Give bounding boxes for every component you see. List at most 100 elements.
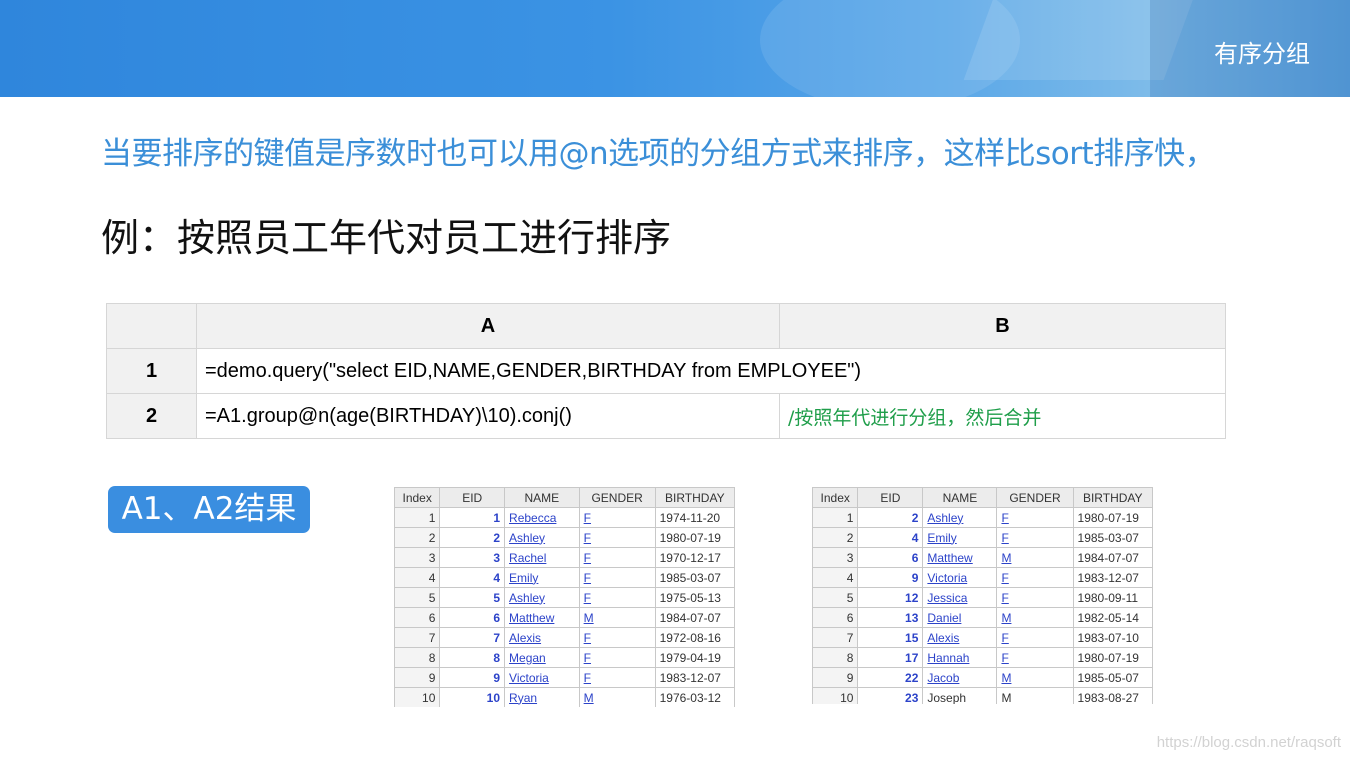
row-index: 1 (812, 507, 859, 528)
birthday-cell: 1983-12-07 (654, 667, 736, 688)
gender-link[interactable]: F (996, 507, 1074, 528)
eid-cell: 13 (857, 607, 924, 628)
name-link[interactable]: Megan (504, 647, 580, 668)
birthday-cell: 1985-03-07 (654, 567, 736, 588)
eid-cell: 8 (439, 647, 506, 668)
row-index: 4 (394, 567, 441, 588)
row-index: 5 (394, 587, 441, 608)
eid-cell: 15 (857, 627, 924, 648)
name-link[interactable]: Emily (504, 567, 580, 588)
column-header-name[interactable]: NAME (922, 487, 998, 508)
birthday-cell: 1979-04-19 (654, 647, 736, 668)
result-table-a2: Index EID NAME GENDER BIRTHDAY 1 2 Ashley F 1980… (812, 487, 1154, 704)
name-link[interactable]: Ashley (504, 587, 580, 608)
column-header-eid[interactable]: EID (439, 487, 506, 508)
column-header-gender[interactable]: GENDER (996, 487, 1074, 508)
gender-link[interactable]: M (996, 607, 1074, 628)
name-link[interactable]: Hannah (922, 647, 998, 668)
table-row: 6 13 Daniel M 1982-05-14 (812, 607, 1154, 628)
name-link[interactable]: Ashley (504, 527, 580, 548)
table-row: 2 2 Ashley F 1980-07-19 (394, 527, 736, 548)
grid-cell-b2[interactable]: /按照年代进行分组，然后合并 (779, 393, 1226, 439)
result-table-a2-wrap: Index EID NAME GENDER BIRTHDAY 1 2 Ashley F 1980… (812, 487, 1154, 704)
birthday-cell: 1970-12-17 (654, 547, 736, 568)
gender-link[interactable]: F (996, 647, 1074, 668)
gender-link[interactable]: F (996, 567, 1074, 588)
column-header-eid[interactable]: EID (857, 487, 924, 508)
grid-col-a-header[interactable]: A (196, 303, 780, 349)
name-link[interactable]: Rachel (504, 547, 580, 568)
gender-link[interactable]: F (578, 527, 656, 548)
eid-cell: 7 (439, 627, 506, 648)
name-link[interactable]: Ryan (504, 687, 580, 707)
row-index: 10 (812, 687, 859, 704)
eid-cell: 17 (857, 647, 924, 668)
grid-col-b-header[interactable]: B (779, 303, 1226, 349)
eid-cell: 9 (439, 667, 506, 688)
gender-link[interactable]: F (578, 627, 656, 648)
gender-link[interactable]: F (578, 647, 656, 668)
gender-link[interactable]: M (996, 667, 1074, 688)
eid-cell: 22 (857, 667, 924, 688)
gender-link[interactable]: F (578, 547, 656, 568)
name-link[interactable]: Matthew (922, 547, 998, 568)
name-link[interactable]: Matthew (504, 607, 580, 628)
gender-link[interactable]: F (578, 507, 656, 528)
table-row: 2 4 Emily F 1985-03-07 (812, 527, 1154, 548)
result-badge: A1、A2结果 (108, 486, 310, 533)
column-header-birthday[interactable]: BIRTHDAY (654, 487, 736, 508)
grid-cell-a1[interactable]: =demo.query("select EID,NAME,GENDER,BIRT… (196, 348, 1226, 394)
column-header-name[interactable]: NAME (504, 487, 580, 508)
column-header-index[interactable]: Index (812, 487, 859, 508)
name-link[interactable]: Victoria (922, 567, 998, 588)
gender-link[interactable]: M (578, 607, 656, 628)
birthday-cell: 1985-03-07 (1072, 527, 1154, 548)
eid-cell: 9 (857, 567, 924, 588)
eid-cell: 1 (439, 507, 506, 528)
script-grid: A B 1 =demo.query("select EID,NAME,GENDE… (106, 303, 1226, 439)
grid-row-2-header[interactable]: 2 (106, 393, 197, 439)
gender-link[interactable]: F (996, 627, 1074, 648)
name-link[interactable]: Alexis (504, 627, 580, 648)
birthday-cell: 1983-12-07 (1072, 567, 1154, 588)
result-table-a1: Index EID NAME GENDER BIRTHDAY 1 1 Rebecca F 197… (394, 487, 736, 707)
row-index: 2 (812, 527, 859, 548)
row-index: 9 (394, 667, 441, 688)
gender-link[interactable]: F (578, 587, 656, 608)
name-link[interactable]: Alexis (922, 627, 998, 648)
table-row: 1 2 Ashley F 1980-07-19 (812, 507, 1154, 528)
grid-cell-a2[interactable]: =A1.group@n(age(BIRTHDAY)\10).conj() (196, 393, 780, 439)
slide-title: 有序分组 (1214, 40, 1310, 68)
row-index: 7 (394, 627, 441, 648)
column-header-gender[interactable]: GENDER (578, 487, 656, 508)
intro-text: 当要排序的键值是序数时也可以用@n选项的分组方式来排序，这样比sort排序快， (101, 136, 1216, 172)
name-link[interactable]: Victoria (504, 667, 580, 688)
gender-link[interactable]: M (578, 687, 656, 707)
birthday-cell: 1983-08-27 (1072, 687, 1154, 704)
gender-link[interactable]: F (578, 667, 656, 688)
name-link[interactable]: Jacob (922, 667, 998, 688)
row-index: 1 (394, 507, 441, 528)
table-row: 8 17 Hannah F 1980-07-19 (812, 647, 1154, 668)
name-link[interactable]: Emily (922, 527, 998, 548)
row-index: 6 (394, 607, 441, 628)
name-link[interactable]: Joseph (922, 687, 998, 704)
column-header-birthday[interactable]: BIRTHDAY (1072, 487, 1154, 508)
gender-link[interactable]: F (996, 527, 1074, 548)
row-index: 3 (394, 547, 441, 568)
eid-cell: 10 (439, 687, 506, 707)
name-link[interactable]: Rebecca (504, 507, 580, 528)
gender-link[interactable]: F (578, 567, 656, 588)
grid-row-1-header[interactable]: 1 (106, 348, 197, 394)
gender-link[interactable]: F (996, 587, 1074, 608)
row-index: 2 (394, 527, 441, 548)
birthday-cell: 1976-03-12 (654, 687, 736, 707)
name-link[interactable]: Ashley (922, 507, 998, 528)
header-banner: 有序分组 (0, 0, 1350, 97)
column-header-index[interactable]: Index (394, 487, 441, 508)
name-link[interactable]: Daniel (922, 607, 998, 628)
name-link[interactable]: Jessica (922, 587, 998, 608)
gender-link[interactable]: M (996, 687, 1074, 704)
table-row: 9 9 Victoria F 1983-12-07 (394, 667, 736, 688)
gender-link[interactable]: M (996, 547, 1074, 568)
